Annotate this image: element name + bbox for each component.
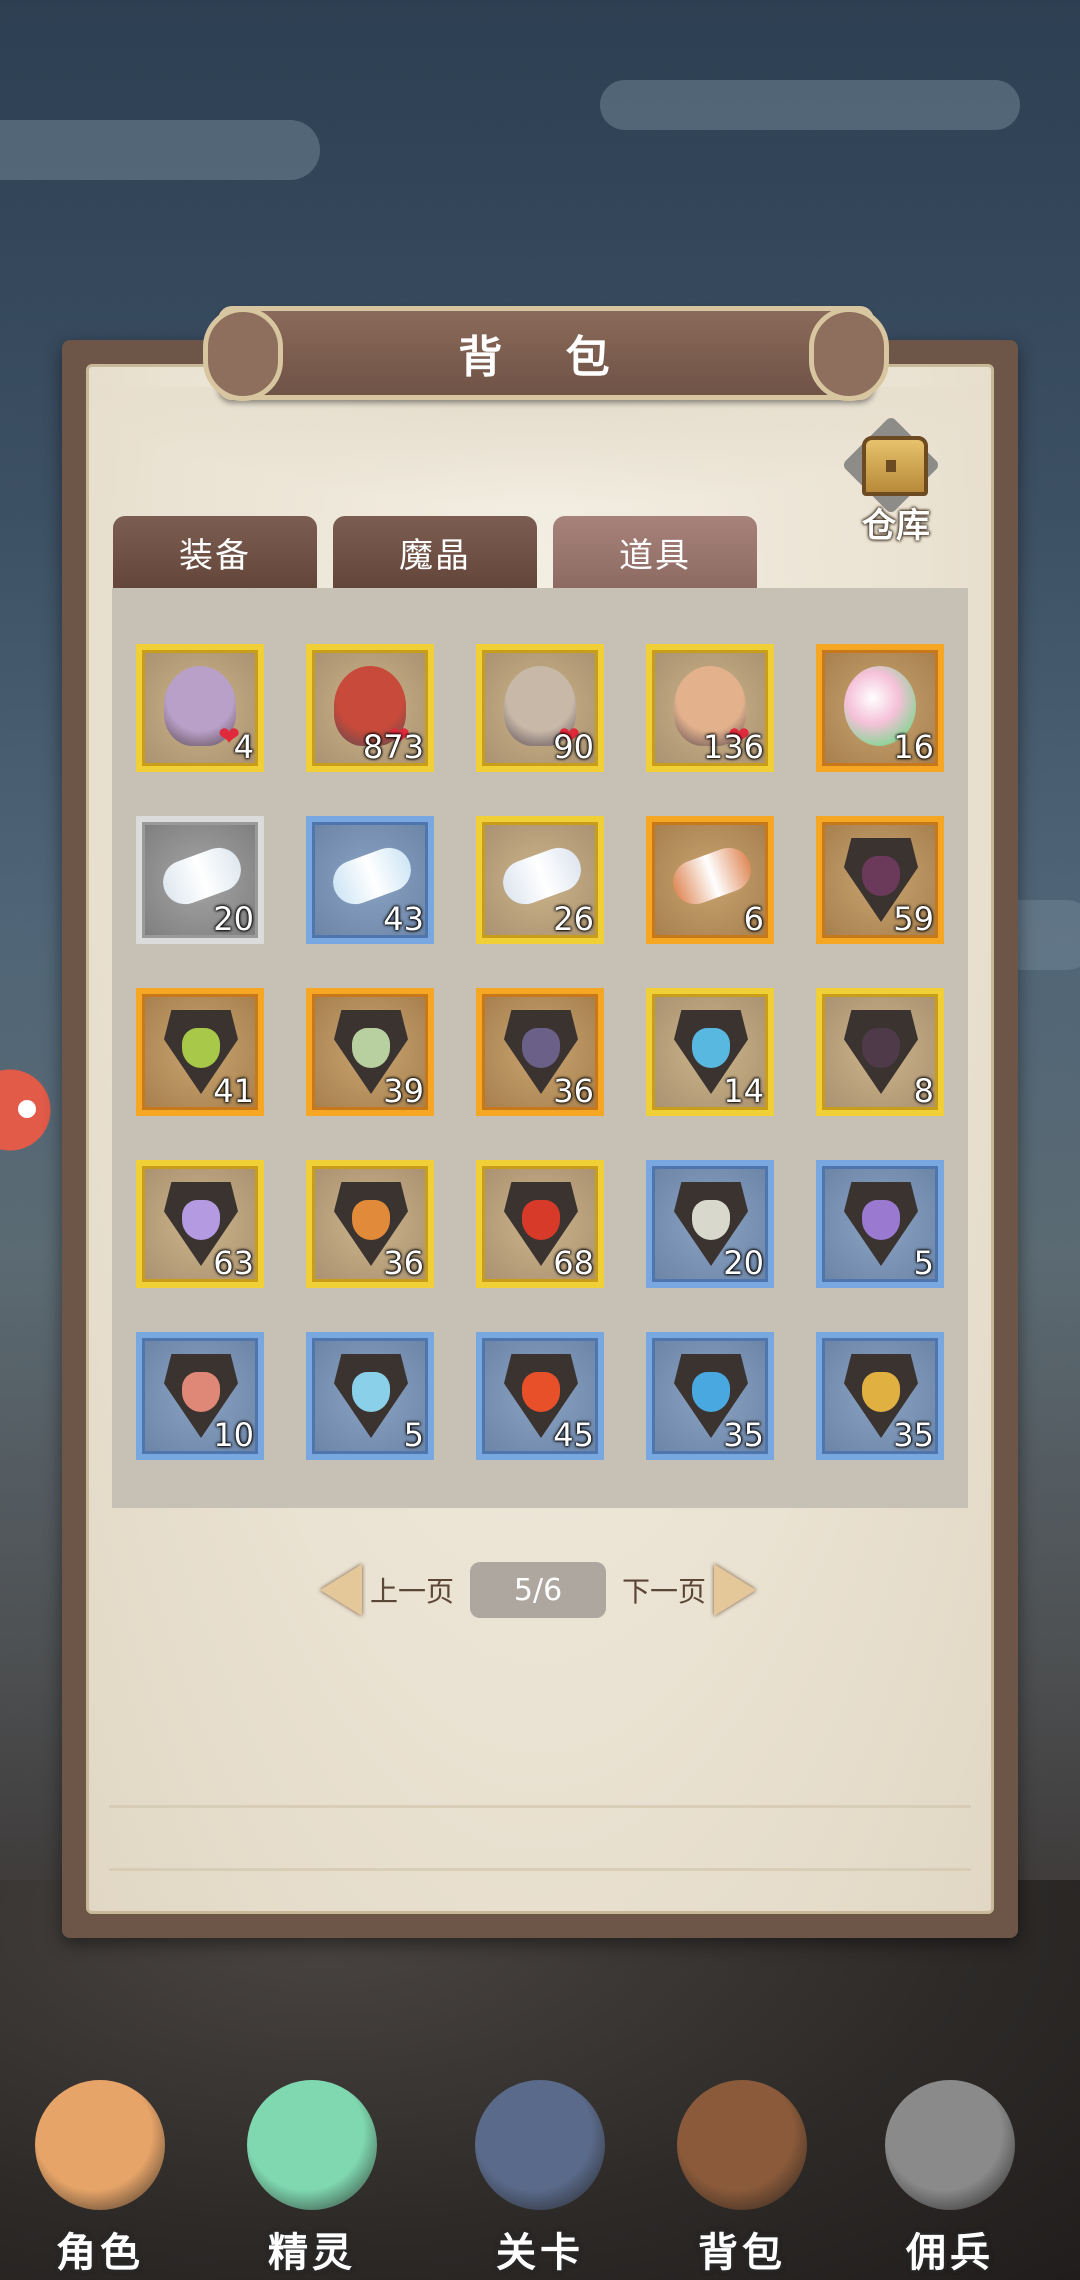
inventory-slot[interactable]: 68 (476, 1160, 604, 1288)
item-count: 26 (553, 900, 594, 938)
item-count: 36 (553, 1072, 594, 1110)
nav-label: 关卡 (496, 2230, 584, 2276)
panel-title: 背 包 (458, 332, 634, 383)
ice-dragon-shield-icon (334, 1354, 408, 1438)
backpack-icon (677, 2080, 807, 2210)
tab-items[interactable]: 道具 (553, 516, 757, 588)
nav-label: 角色 (56, 2230, 144, 2276)
nav-label: 精灵 (268, 2230, 356, 2276)
inventory-slot[interactable]: 5 (306, 1332, 434, 1460)
category-tabs: 装备 魔晶 道具 (113, 516, 757, 588)
inventory-slot[interactable]: 6 (646, 816, 774, 944)
nav-item-mercenary[interactable]: 佣兵 (860, 2070, 1040, 2280)
inventory-slot[interactable]: 63 (136, 1160, 264, 1288)
inventory-slot[interactable]: 35 (816, 1332, 944, 1460)
inventory-slot[interactable]: 43 (306, 816, 434, 944)
inventory-slot[interactable]: 20 (646, 1160, 774, 1288)
next-page-link[interactable]: 下一页 (622, 1570, 706, 1610)
tab-equipment[interactable]: 装备 (113, 516, 317, 588)
item-count: 5 (403, 1416, 424, 1454)
panel-footer-decoration (109, 1805, 971, 1871)
item-count: 41 (213, 1072, 254, 1110)
inventory-slot[interactable]: ❤ 136 (646, 644, 774, 772)
tab-magic-crystal[interactable]: 魔晶 (333, 516, 537, 588)
sky-cloud (600, 80, 1020, 130)
item-count: 43 (383, 900, 424, 938)
inventory-slot[interactable]: 20 (136, 816, 264, 944)
hero-portrait-icon (35, 2080, 165, 2210)
inventory-slot[interactable]: 14 (646, 988, 774, 1116)
item-count: 873 (362, 728, 424, 766)
item-count: 36 (383, 1244, 424, 1282)
item-count: 4 (233, 728, 254, 766)
violet-dragon-shield-icon (844, 1182, 918, 1266)
item-count: 90 (553, 728, 594, 766)
treasure-chest-icon (862, 436, 928, 496)
panel-title-plate: 背 包 (203, 306, 889, 401)
inventory-slot[interactable]: ❤ 90 (476, 644, 604, 772)
dark-dragon-shield-icon (844, 1010, 918, 1094)
item-count: 39 (383, 1072, 424, 1110)
bottom-navigation: 角色 精灵 关卡 背包 佣兵 (0, 2050, 1080, 2280)
pagination: 上一页 5/6 下一页 (320, 1560, 757, 1620)
tab-label: 装备 (179, 535, 251, 576)
item-count: 10 (213, 1416, 254, 1454)
item-count: 16 (893, 728, 934, 766)
item-count: 45 (553, 1416, 594, 1454)
inventory-slot[interactable]: 10 (136, 1332, 264, 1460)
item-count: 59 (893, 900, 934, 938)
inventory-slot[interactable]: 35 (646, 1332, 774, 1460)
inventory-slot[interactable]: 36 (306, 1160, 434, 1288)
knight-helmet-icon (885, 2080, 1015, 2210)
nav-item-backpack[interactable]: 背包 (652, 2070, 832, 2280)
title-ornament-right (809, 307, 889, 401)
nav-item-character[interactable]: 角色 (10, 2070, 190, 2280)
nav-label: 佣兵 (906, 2230, 994, 2276)
item-count: 136 (702, 728, 764, 766)
inventory-slot[interactable]: ❤ 4 (136, 644, 264, 772)
item-count: 20 (213, 900, 254, 938)
item-count: 35 (723, 1416, 764, 1454)
warehouse-button[interactable]: 仓库 (836, 415, 946, 550)
inventory-slot[interactable]: 8 (816, 988, 944, 1116)
inventory-slot[interactable]: 41 (136, 988, 264, 1116)
page-indicator: 5/6 (470, 1562, 607, 1618)
item-count: 6 (743, 900, 764, 938)
green-slime-icon (247, 2080, 377, 2210)
tab-label: 魔晶 (399, 535, 471, 576)
inventory-slot[interactable]: ❤ 873 (306, 644, 434, 772)
sky-cloud (0, 120, 320, 180)
castle-gate-icon (475, 2080, 605, 2210)
title-ornament-left (203, 307, 283, 401)
inventory-slot[interactable]: 36 (476, 988, 604, 1116)
inventory-area: ❤ 4 ❤ 873 ❤ 90 ❤ 136 16 20 43 26 6 59 41 39 36 14 8 63 36 68 2… (112, 588, 968, 1508)
next-page-arrow-icon[interactable] (714, 1564, 757, 1616)
item-count: 63 (213, 1244, 254, 1282)
nav-label: 背包 (698, 2230, 786, 2276)
nav-item-spirit[interactable]: 精灵 (222, 2070, 402, 2280)
item-count: 20 (723, 1244, 764, 1282)
item-count: 5 (913, 1244, 934, 1282)
inventory-grid: ❤ 4 ❤ 873 ❤ 90 ❤ 136 16 20 43 26 6 59 41 39 36 14 8 63 36 68 2… (136, 644, 944, 1460)
tab-label: 道具 (619, 535, 691, 576)
prev-page-link[interactable]: 上一页 (370, 1570, 454, 1610)
item-count: 68 (553, 1244, 594, 1282)
item-count: 14 (723, 1072, 764, 1110)
inventory-slot[interactable]: 26 (476, 816, 604, 944)
prev-page-arrow-icon[interactable] (320, 1564, 362, 1616)
inventory-slot[interactable]: 39 (306, 988, 434, 1116)
inventory-slot[interactable]: 5 (816, 1160, 944, 1288)
inventory-slot[interactable]: 59 (816, 816, 944, 944)
side-mascot[interactable] (0, 1050, 70, 1190)
item-count: 35 (893, 1416, 934, 1454)
warehouse-label: 仓库 (862, 506, 930, 546)
mascot-eye (18, 1100, 36, 1118)
item-count: 8 (913, 1072, 934, 1110)
nav-item-stage[interactable]: 关卡 (450, 2070, 630, 2280)
inventory-slot[interactable]: 45 (476, 1332, 604, 1460)
inventory-slot[interactable]: 16 (816, 644, 944, 772)
